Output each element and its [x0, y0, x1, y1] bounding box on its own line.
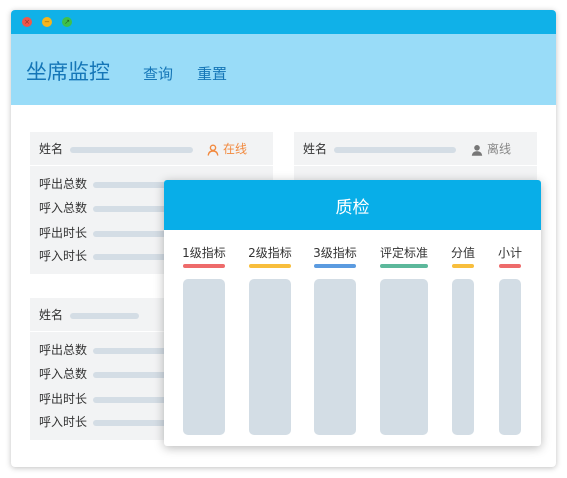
column-color-bar — [314, 264, 356, 268]
column-header: 2级指标 — [248, 246, 292, 260]
column-body — [452, 279, 474, 435]
maximize-icon[interactable]: ↗ — [62, 17, 72, 27]
column-header: 1级指标 — [182, 246, 226, 260]
close-icon[interactable]: × — [22, 17, 32, 27]
status-online: 在线 — [207, 140, 247, 157]
column-body — [380, 279, 428, 435]
stat-label: 呼入时长 — [39, 415, 88, 429]
name-placeholder — [70, 313, 139, 319]
minimize-icon[interactable]: − — [42, 17, 52, 27]
column-body — [314, 279, 356, 435]
column-header: 分值 — [450, 246, 475, 260]
query-button[interactable]: 查询 — [143, 63, 173, 84]
column-color-bar — [452, 264, 474, 268]
column-color-bar — [380, 264, 428, 268]
stat-label: 呼出时长 — [39, 392, 88, 406]
stat-label: 呼入总数 — [39, 201, 88, 215]
column-color-bar — [183, 264, 225, 268]
column-header: 评定标准 — [379, 246, 428, 260]
column-body — [183, 279, 225, 435]
column-body — [499, 279, 521, 435]
column-header: 小计 — [497, 246, 522, 260]
name-label: 姓名 — [39, 142, 64, 156]
stat-label: 呼出时长 — [39, 226, 88, 240]
stat-label: 呼入总数 — [39, 367, 88, 381]
status-text: 在线 — [223, 142, 248, 156]
name-label: 姓名 — [303, 142, 328, 156]
column-body — [249, 279, 291, 435]
stat-label: 呼出总数 — [39, 177, 88, 191]
dialog-header: 质检 — [164, 180, 541, 230]
user-icon — [471, 144, 483, 156]
status-text: 离线 — [487, 142, 512, 156]
stat-label: 呼出总数 — [39, 343, 88, 357]
dialog-title: 质检 — [335, 198, 370, 218]
name-placeholder — [334, 147, 456, 153]
header: 坐席监控 查询 重置 — [11, 34, 556, 105]
agent-card-header: 姓名 离线 — [294, 132, 537, 166]
agent-card-header: 姓名 在线 — [30, 132, 273, 166]
quality-check-dialog: 质检 1级指标 2级指标 3级指标 评定标准 分值 小计 — [164, 180, 541, 446]
name-placeholder — [70, 147, 193, 153]
stat-label: 呼入时长 — [39, 249, 88, 263]
title-bar: × − ↗ — [11, 10, 556, 34]
column-color-bar — [499, 264, 521, 268]
name-label: 姓名 — [39, 308, 64, 322]
column-header: 3级指标 — [313, 246, 357, 260]
status-offline: 离线 — [471, 140, 511, 157]
reset-button[interactable]: 重置 — [197, 63, 227, 84]
page-title: 坐席监控 — [26, 60, 110, 84]
user-icon — [207, 144, 219, 156]
column-color-bar — [249, 264, 291, 268]
